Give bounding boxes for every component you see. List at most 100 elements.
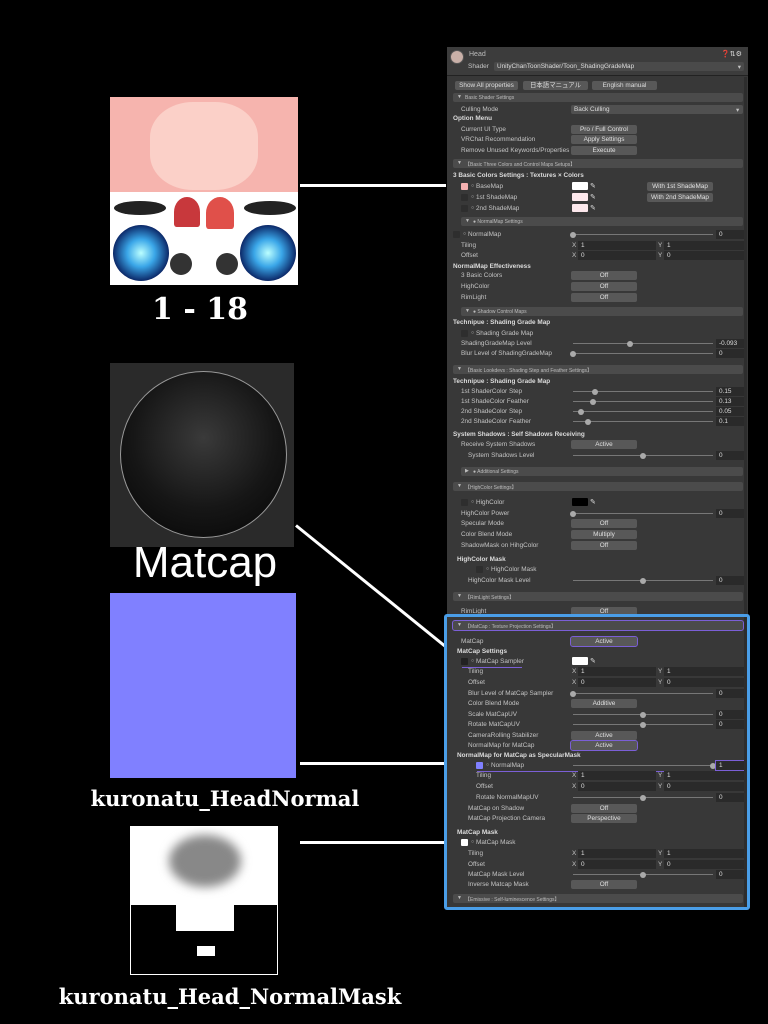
texture-slot[interactable] [461,658,468,665]
object-picker-icon[interactable]: ○ [471,194,474,200]
slider-rotate-normalmapuv[interactable] [573,794,713,801]
section-header-basic-three-colors-and-control-maps-setups[interactable]: ▼ 【Basic Three Colors and Control Maps Se… [453,159,743,168]
object-picker-icon[interactable]: ○ [471,499,474,505]
texture-slot[interactable] [461,183,468,190]
slider-blur-level-of-matcap-sampler[interactable] [570,690,713,697]
toggle-button-matcap-on-shadow[interactable]: Off [571,804,637,813]
slider-2nd-shadecolor-step[interactable] [573,408,713,415]
value-field[interactable]: 0.1 [716,417,746,426]
section-header-rimlight-settings[interactable]: ▼ 【RimLight Settings】 [453,592,743,601]
y-field[interactable]: 1 [664,241,746,250]
y-field[interactable]: 1 [664,771,746,780]
y-field[interactable]: 0 [664,678,746,687]
x-field[interactable]: 1 [578,849,656,858]
slider-knob[interactable] [640,794,646,801]
toggle-button-camerarolling-stabilizer[interactable]: Active [571,731,637,740]
eyedropper-icon[interactable]: ✎ [590,193,596,201]
section-header-highcolor-settings[interactable]: ▼ 【HighColor Settings】 [453,482,743,491]
english-manual-button[interactable]: English manual [592,81,657,90]
eyedropper-icon[interactable]: ✎ [590,498,596,506]
value-field[interactable]: 1 [715,760,747,771]
slider-blur-level-of-shadinggrademap[interactable] [570,350,713,357]
x-field[interactable]: 0 [578,860,656,869]
slider-knob[interactable] [627,340,634,347]
value-field[interactable]: 0 [716,509,746,518]
object-picker-icon[interactable]: ○ [471,330,474,336]
section-header-normalmap-settings[interactable]: ▼ ● NormalMap Settings [461,217,743,226]
toggle-button-remove-unused-keywords-properties[interactable]: Execute [571,146,637,155]
toggle-button-vrchat-recommendation[interactable]: Apply Settings [571,135,637,144]
value-field[interactable]: 0 [716,720,746,729]
slider-knob[interactable] [589,398,596,405]
toggle-button-matcap-projection-camera[interactable]: Perspective [571,814,637,823]
slider-rotate-matcapuv[interactable] [573,721,713,728]
toggle-button-specular-mode[interactable]: Off [571,519,637,528]
toggle-button-rimlight[interactable]: Off [571,607,637,616]
toggle-button-shadowmask-on-hihgcolor[interactable]: Off [571,541,637,550]
toggle-button-color-blend-mode[interactable]: Additive [571,699,637,708]
texture-slot[interactable] [461,330,468,337]
object-picker-icon[interactable]: ○ [471,658,474,664]
y-field[interactable]: 1 [664,667,746,676]
side-button-basemap[interactable]: With 1st ShadeMap [647,182,713,191]
toggle-button-3-basic-colors[interactable]: Off [571,271,637,280]
slider-knob[interactable] [640,871,646,878]
slider-highcolor-mask-level[interactable] [573,577,713,584]
section-header-additional-settings[interactable]: ▶ ● Additional Settings [461,467,743,476]
toggle-button-highcolor[interactable]: Off [571,282,637,291]
toggle-button-rimlight[interactable]: Off [571,293,637,302]
toggle-button-color-blend-mode[interactable]: Multiply [571,530,637,539]
texture-slot[interactable] [476,762,483,769]
shader-dropdown[interactable]: UnityChanToonShader/Toon_ShadingGradeMap… [494,62,744,71]
color-swatch[interactable] [572,657,588,665]
x-field[interactable]: 1 [578,771,656,780]
slider-knob[interactable] [570,510,576,517]
slider-shadinggrademap-level[interactable] [573,340,713,347]
eyedropper-icon[interactable]: ✎ [590,657,596,665]
slider-highcolor-power[interactable] [570,510,713,517]
color-swatch[interactable] [572,193,588,201]
toggle-button-receive-system-shadows[interactable]: Active [571,440,637,449]
slider-scale-matcapuv[interactable] [573,711,713,718]
slider-1st-shadecolor-feather[interactable] [573,398,713,405]
show-all-properties-button[interactable]: Show All properties [455,81,518,90]
eyedropper-icon[interactable]: ✎ [590,204,596,212]
value-field[interactable]: -0.093 [716,339,746,348]
slider-knob[interactable] [640,721,646,728]
value-field[interactable]: 0 [716,870,746,879]
object-picker-icon[interactable]: ○ [471,183,474,189]
slider-matcap-mask-level[interactable] [573,871,713,878]
object-picker-icon[interactable]: ○ [471,205,474,211]
value-field[interactable]: 0 [716,689,746,698]
slider-system-shadows-level[interactable] [573,452,713,459]
texture-slot[interactable] [461,194,468,201]
object-picker-icon[interactable]: ○ [486,566,489,572]
texture-slot[interactable] [461,839,468,846]
texture-slot[interactable] [461,205,468,212]
value-field[interactable]: 0.13 [716,397,746,406]
toggle-button-current-ui-type[interactable]: Pro / Full Control [571,125,637,134]
section-header-matcap-texture-projection-settings[interactable]: ▼ 【MatCap : Texture Projection Settings】 [452,620,744,631]
slider-knob[interactable] [570,690,576,697]
value-field[interactable]: 0 [716,349,746,358]
dropdown-culling-mode[interactable]: Back Culling [571,105,743,114]
slider-knob[interactable] [640,711,646,718]
slider-knob[interactable] [592,388,599,395]
object-picker-icon[interactable]: ○ [486,762,489,768]
value-field[interactable]: 0.15 [716,387,746,396]
y-field[interactable]: 0 [664,251,746,260]
x-field[interactable]: 1 [578,241,656,250]
slider-1st-shadercolor-step[interactable] [573,388,713,395]
eyedropper-icon[interactable]: ✎ [590,182,596,190]
y-field[interactable]: 0 [664,782,746,791]
object-picker-icon[interactable]: ○ [463,231,466,237]
value-field[interactable]: 0 [716,451,746,460]
value-field[interactable]: 0.05 [716,407,746,416]
x-field[interactable]: 0 [578,782,656,791]
slider-knob[interactable] [585,418,592,425]
x-field[interactable]: 1 [578,667,656,676]
toggle-button-matcap[interactable]: Active [570,636,638,647]
scrollbar[interactable] [744,77,747,907]
header-icons[interactable]: ❓⇅⚙ [721,50,742,58]
slider-knob[interactable] [570,350,576,357]
